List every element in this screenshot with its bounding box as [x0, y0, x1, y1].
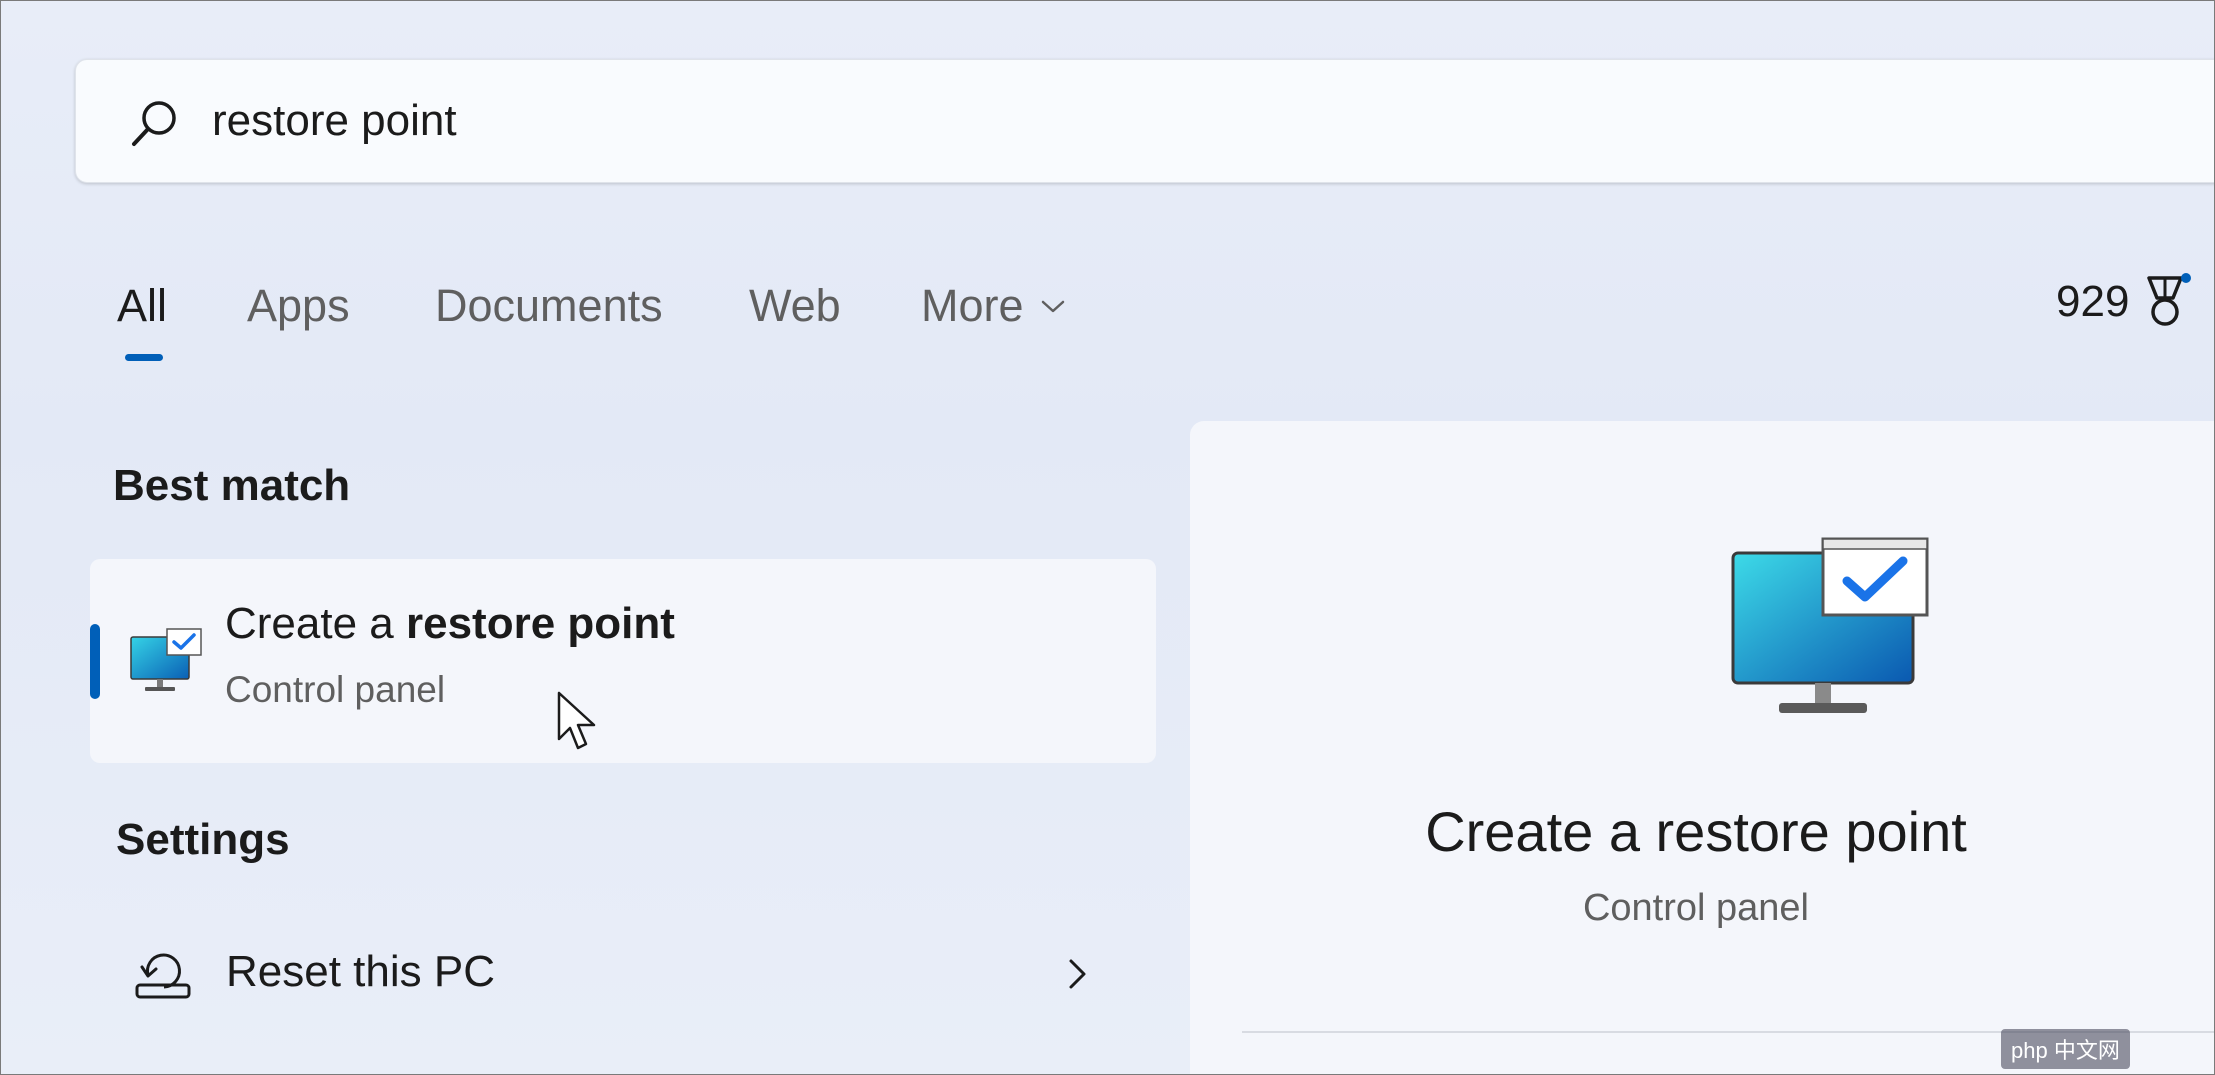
- tab-documents[interactable]: Documents: [435, 271, 663, 341]
- rewards-count: 929: [2056, 277, 2130, 326]
- search-icon: [132, 101, 176, 146]
- restore-point-large-icon: [1731, 537, 1929, 713]
- preview-subtitle: Control panel: [1582, 887, 1810, 929]
- mouse-cursor-icon: [557, 691, 596, 750]
- restore-point-icon: [130, 628, 202, 691]
- best-match-title: Create a restore point: [225, 599, 675, 648]
- rewards-points[interactable]: 929: [2056, 267, 2193, 337]
- best-match-heading: Best match: [113, 461, 351, 510]
- tab-apps[interactable]: Apps: [247, 271, 350, 341]
- preview-panel: Create a restore point Control panel: [1190, 421, 2214, 1074]
- watermark-logo: php 中文网: [2001, 1029, 2130, 1069]
- tab-all[interactable]: All: [117, 271, 167, 341]
- reset-pc-icon: [135, 953, 191, 999]
- tab-more[interactable]: More: [921, 271, 1068, 341]
- selection-indicator: [90, 624, 100, 699]
- rewards-medal-icon: [2147, 273, 2192, 326]
- tab-more-label: More: [921, 280, 1024, 331]
- settings-item-label: Reset this PC: [226, 947, 495, 996]
- chevron-right-icon: [1069, 959, 1086, 989]
- best-match-subtitle: Control panel: [225, 669, 446, 710]
- active-tab-indicator: [125, 354, 163, 361]
- settings-heading: Settings: [116, 815, 290, 864]
- settings-item-reset-pc[interactable]: Reset this PC: [90, 921, 1156, 1031]
- tab-web[interactable]: Web: [749, 271, 841, 341]
- search-window: restore point All Apps Documents Web Mor…: [0, 0, 2215, 1075]
- chevron-down-icon: [1041, 300, 1064, 313]
- search-bar[interactable]: restore point: [75, 59, 2214, 183]
- search-input[interactable]: restore point: [212, 84, 457, 158]
- preview-title: Create a restore point: [1425, 800, 1967, 863]
- best-match-result[interactable]: [90, 559, 1156, 763]
